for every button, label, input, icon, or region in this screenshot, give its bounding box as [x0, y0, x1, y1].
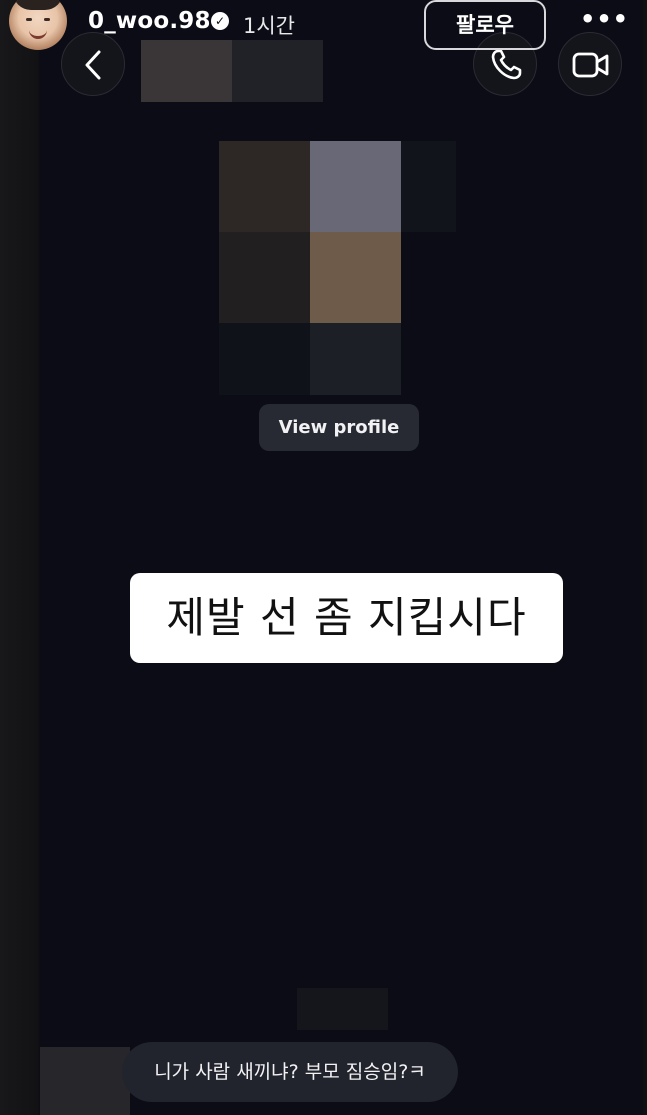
censored-profile-photo	[310, 232, 401, 323]
verified-badge-icon: ✓	[211, 12, 229, 30]
received-message-bubble: 니가 사람 새끼냐? 부모 짐승임?ㅋ	[122, 1042, 458, 1102]
censored-sender-avatar	[40, 1047, 130, 1115]
story-header: 0_woo.98 ✓ 1시간 팔로우 •••	[0, 0, 647, 50]
follow-button[interactable]: 팔로우	[424, 0, 546, 50]
story-caption: 제발 선 좀 지킵시다	[130, 573, 563, 663]
avatar[interactable]	[9, 0, 67, 50]
view-profile-button[interactable]: View profile	[259, 404, 419, 451]
censored-profile-photo	[219, 323, 310, 395]
story-timestamp: 1시간	[243, 14, 296, 38]
censored-profile-photo	[310, 323, 401, 395]
censored-timestamp	[297, 988, 388, 1030]
censored-profile-photo	[310, 141, 401, 232]
censored-profile-photo	[219, 232, 310, 323]
censored-profile-photo	[219, 141, 310, 232]
censored-profile-photo	[401, 141, 456, 232]
story-username[interactable]: 0_woo.98	[88, 8, 211, 34]
more-options-icon[interactable]: •••	[580, 4, 628, 38]
story-viewer: 0_woo.98 ✓ 1시간 팔로우 ••• View profile 제발 선…	[0, 0, 647, 1115]
